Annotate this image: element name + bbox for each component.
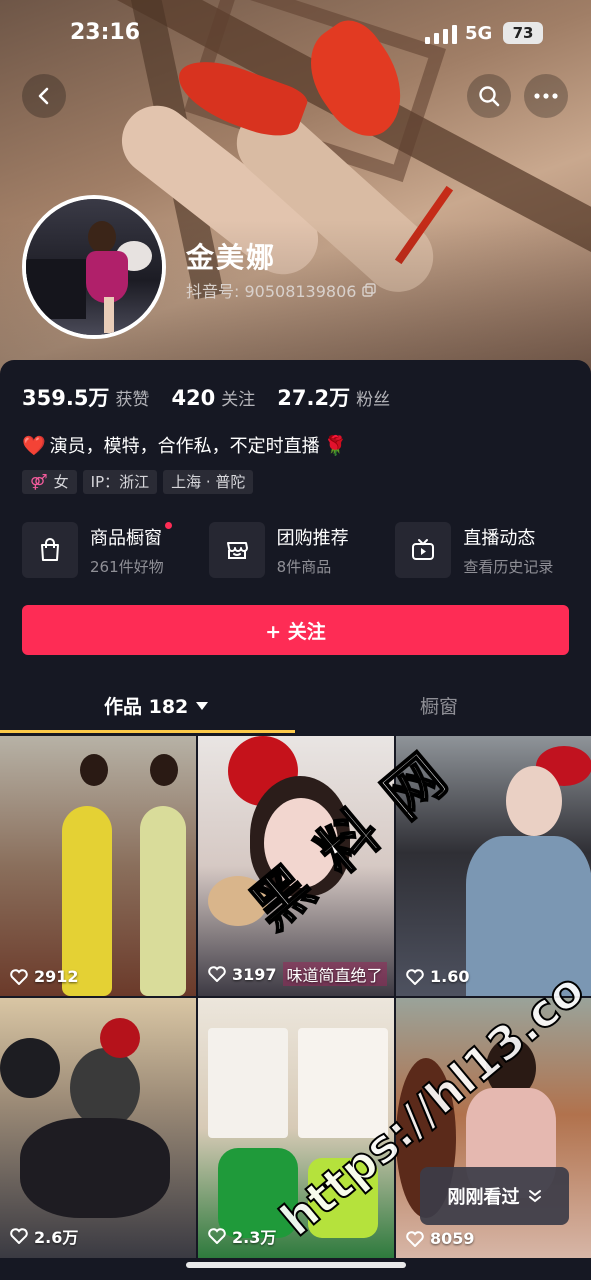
back-button[interactable] [22, 74, 66, 118]
video-likes: 2912 [10, 967, 79, 986]
feature-subtitle: 261件好物 [90, 557, 164, 576]
feature-group-buy[interactable]: 团购推荐 8件商品 [208, 522, 396, 578]
home-indicator [186, 1262, 406, 1268]
video-likes: 2.3万 [208, 1224, 276, 1248]
video-likes: 1.60 [406, 967, 469, 986]
status-bar: 23:16 5G 73 [0, 18, 591, 54]
tab-works[interactable]: 作品 182 [104, 692, 209, 719]
battery-indicator: 73 [503, 22, 543, 44]
store-icon [208, 522, 265, 578]
stat-label: 粉丝 [356, 390, 391, 410]
more-dots-icon [534, 93, 558, 99]
signal-icon [425, 24, 459, 44]
video-thumbnail[interactable]: 2.6万 [0, 998, 196, 1258]
heart-outline-icon [406, 968, 424, 985]
video-likes: 8059 [406, 1229, 475, 1248]
stat-label: 关注 [221, 390, 256, 410]
search-icon [479, 86, 500, 107]
more-button[interactable] [524, 74, 568, 118]
shopping-bag-icon [22, 522, 78, 578]
bio: ❤️ 演员，模特，合作私，不定时直播 🌹 [22, 432, 347, 458]
network-type: 5G [465, 23, 493, 44]
tag-label: 女 [53, 473, 69, 491]
search-button[interactable] [467, 74, 511, 118]
douyin-id-text: 抖音号: 90508139806 [186, 282, 357, 301]
rose-emoji: 🌹 [323, 434, 348, 457]
notification-dot [164, 521, 172, 529]
stats-row: 359.5万 获赞 420 关注 27.2万 粉丝 [22, 382, 390, 412]
tab-indicator [0, 730, 295, 733]
heart-outline-icon [10, 1228, 28, 1244]
stat-label: 获赞 [115, 390, 150, 410]
profile-card: 359.5万 获赞 420 关注 27.2万 粉丝 ❤️ 演员，模特，合作私，不… [0, 360, 591, 1280]
heart-outline-icon [10, 968, 28, 985]
stat-following[interactable]: 420 关注 [171, 385, 255, 410]
double-chevron-down-icon [528, 1190, 541, 1203]
profile-name: 金美娜 [186, 241, 277, 274]
stat-followers[interactable]: 27.2万 粉丝 [277, 382, 390, 412]
tag-ip: IP：浙江 [82, 470, 158, 494]
tv-icon [395, 522, 452, 578]
copy-icon[interactable] [362, 283, 377, 297]
feature-title: 团购推荐 [276, 527, 349, 549]
feature-subtitle: 查看历史记录 [463, 557, 554, 576]
recently-viewed-label: 刚刚看过 [447, 1187, 520, 1208]
tab-label: 作品 182 [104, 696, 189, 718]
heart-outline-icon [208, 966, 226, 982]
feature-live-history[interactable]: 直播动态 查看历史记录 [395, 522, 582, 578]
video-likes: 2.6万 [10, 1224, 78, 1248]
heart-outline-icon [208, 1228, 226, 1244]
follow-button[interactable]: + 关注 [22, 605, 569, 655]
follow-label: + 关注 [265, 620, 326, 643]
heart-emoji: ❤️ [22, 434, 46, 457]
video-thumbnail[interactable]: 2912 [0, 736, 196, 996]
feature-title: 商品橱窗 [90, 521, 172, 550]
tag-gender: ⚤ 女 [22, 470, 77, 494]
chevron-left-icon [38, 87, 49, 105]
profile-tags: ⚤ 女 IP：浙江 上海 · 普陀 [22, 470, 254, 494]
video-overlay-text: 味道简直绝了 [282, 962, 387, 986]
status-time: 23:16 [70, 20, 141, 45]
tag-label: 上海 · 普陀 [171, 473, 246, 491]
heart-outline-icon [406, 1230, 424, 1247]
female-icon: ⚤ [30, 473, 48, 491]
tag-location: 上海 · 普陀 [163, 470, 254, 494]
stat-likes[interactable]: 359.5万 获赞 [22, 382, 149, 412]
stat-value: 27.2万 [277, 386, 351, 410]
avatar[interactable] [22, 195, 166, 339]
douyin-id[interactable]: 抖音号: 90508139806 [186, 278, 377, 302]
stat-value: 420 [171, 386, 216, 410]
recently-viewed-button[interactable]: 刚刚看过 [420, 1167, 569, 1225]
feature-product-showcase[interactable]: 商品橱窗 261件好物 [22, 521, 209, 578]
stat-value: 359.5万 [22, 386, 110, 410]
caret-down-icon [196, 701, 209, 710]
feature-subtitle: 8件商品 [276, 557, 332, 576]
bio-text: 演员，模特，合作私，不定时直播 [49, 436, 320, 457]
feature-entries: 商品橱窗 261件好物 团购推荐 8件商品 直播动态 查看历史记录 [22, 521, 582, 578]
video-likes: 3197 味道简直绝了 [208, 962, 387, 986]
tag-label: IP：浙江 [90, 473, 150, 491]
feature-title: 直播动态 [463, 527, 536, 549]
